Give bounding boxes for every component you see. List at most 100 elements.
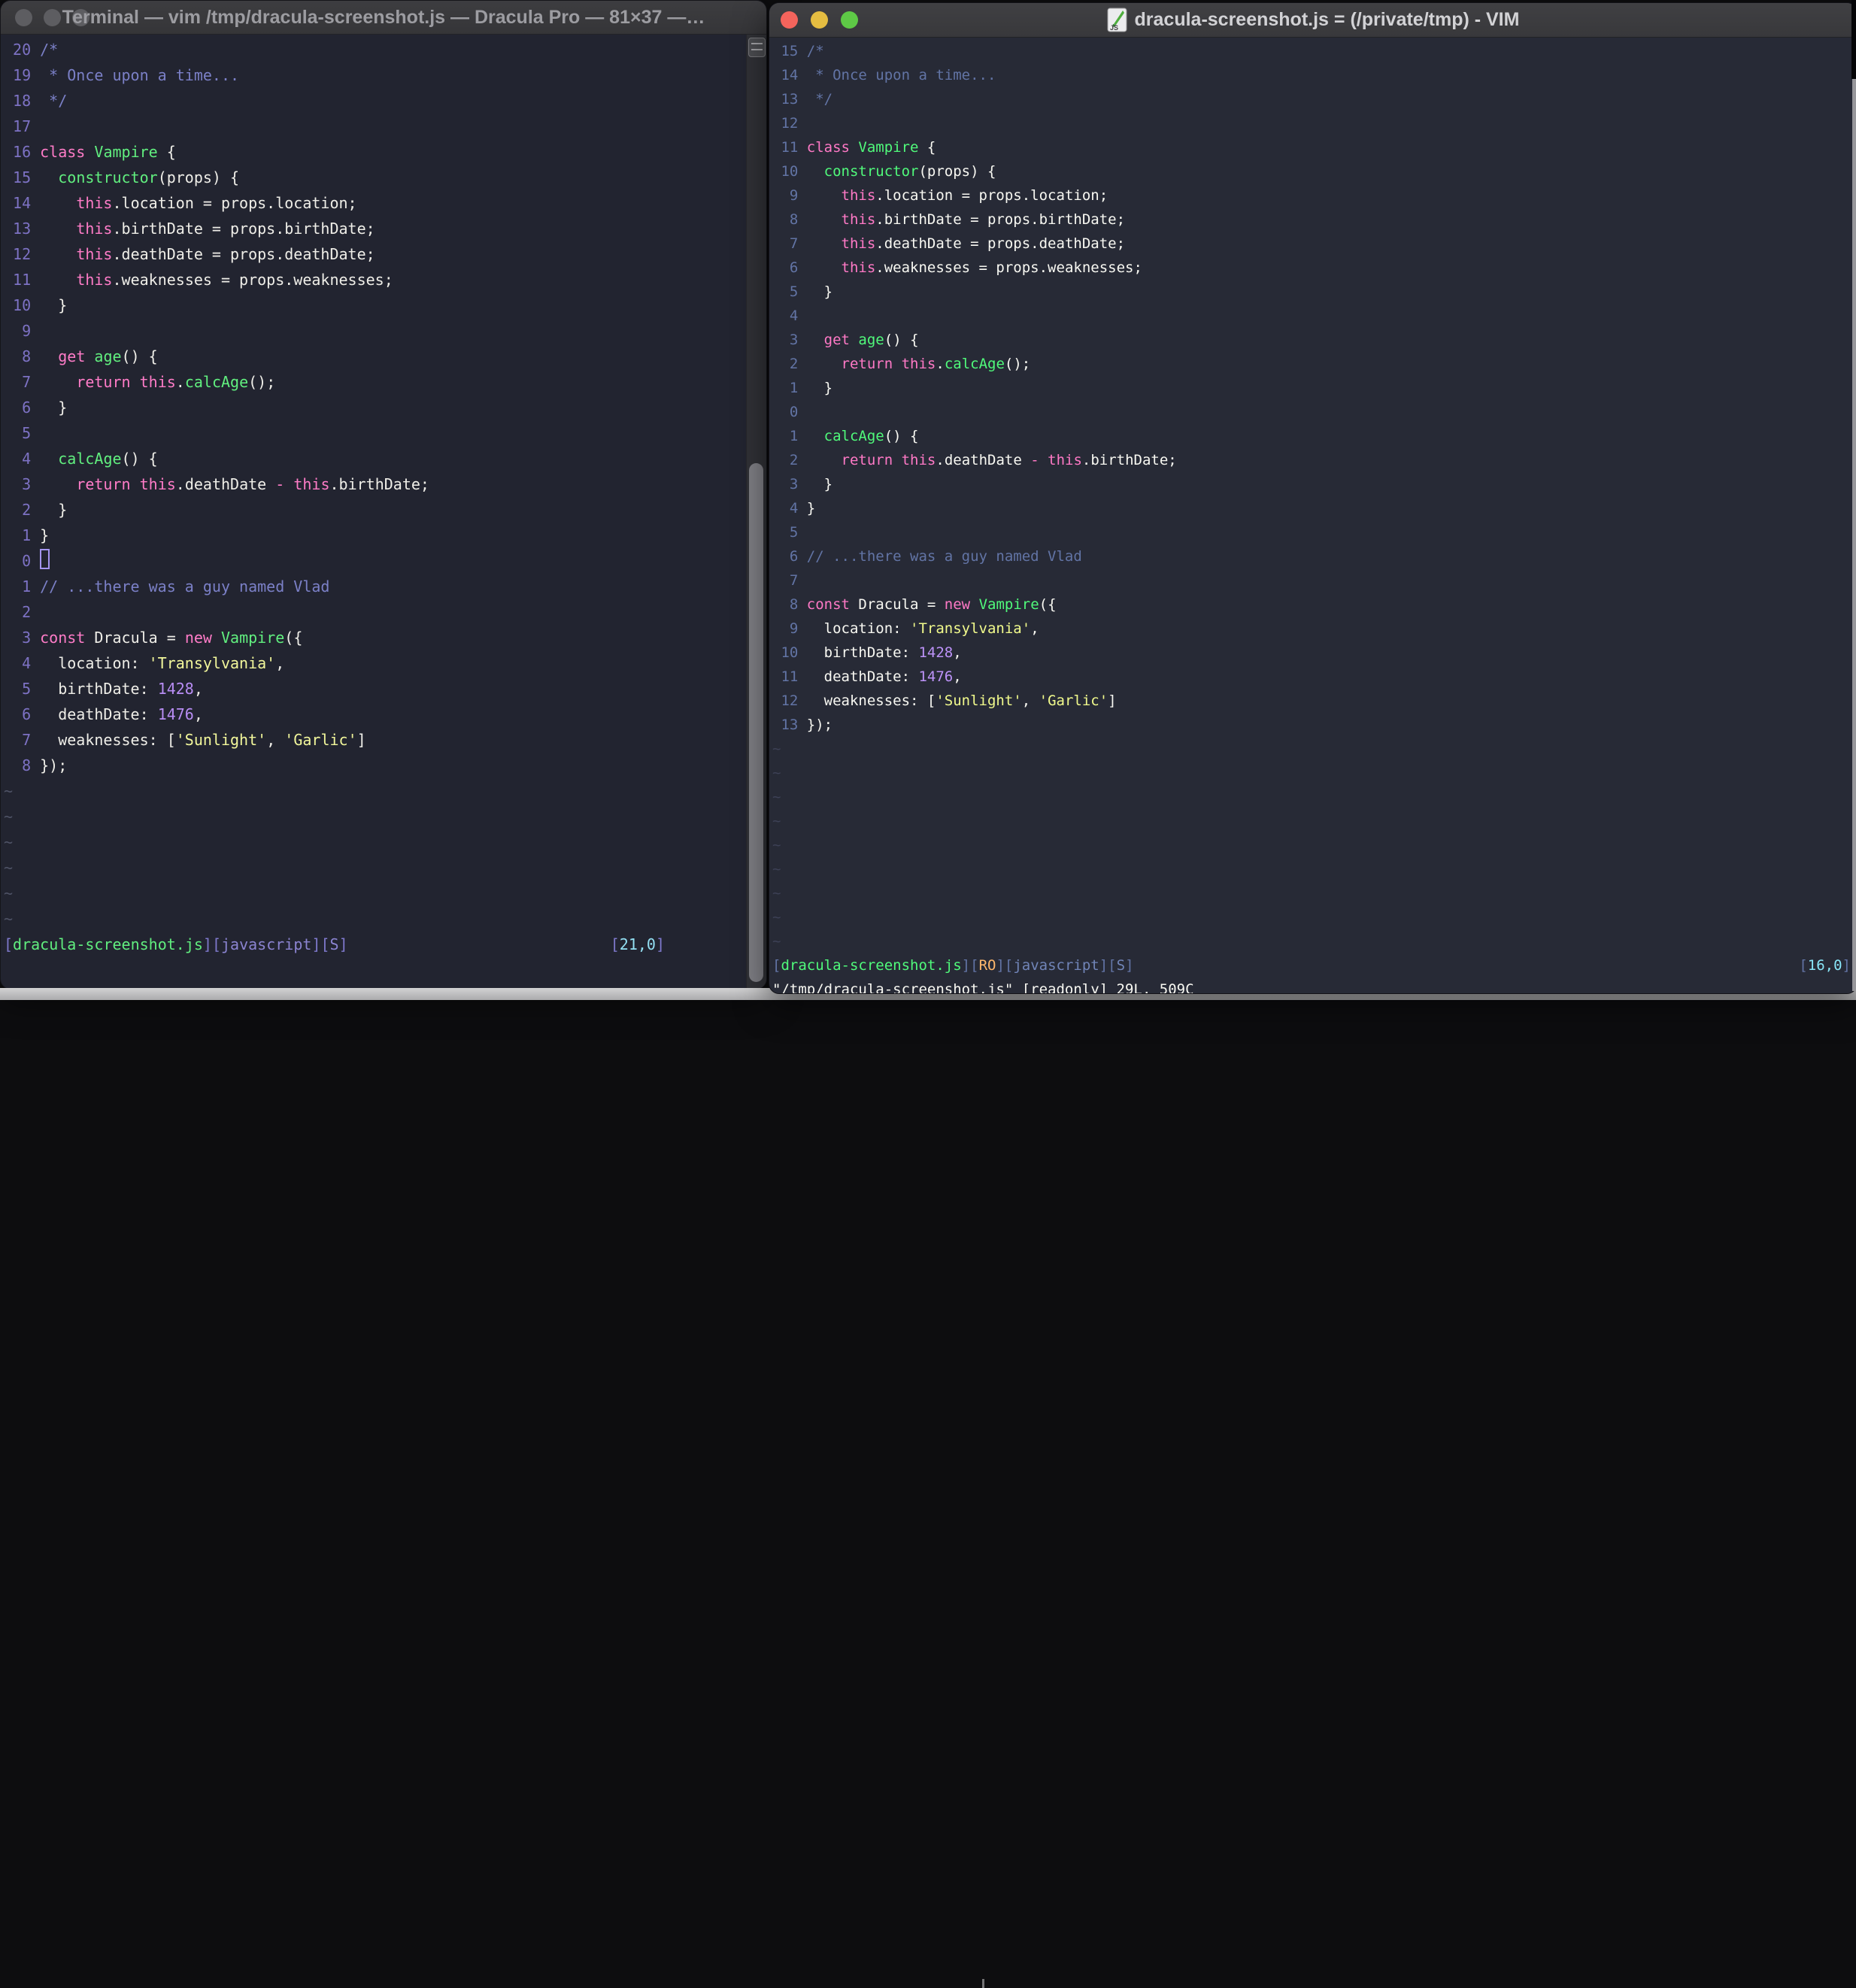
code-line[interactable]: 5 birthDate: 1428, <box>4 676 747 702</box>
vim-statusline: [dracula-screenshot.js][javascript][S] [2… <box>4 932 747 957</box>
code-line[interactable]: 8 const Dracula = new Vampire({ <box>772 592 1856 617</box>
line-number: 1 <box>22 577 32 595</box>
code-line[interactable]: 2 } <box>4 497 747 523</box>
code-segment: new <box>184 629 212 647</box>
code-line[interactable]: 20 /* <box>4 37 747 62</box>
code-segment: .birthDate; <box>1081 452 1177 468</box>
code-segment: 1476 <box>157 705 194 723</box>
code-line[interactable]: 13 */ <box>772 87 1856 111</box>
tilde-line: ~ <box>4 804 747 829</box>
code-line[interactable]: 8 this.birthDate = props.birthDate; <box>772 208 1856 232</box>
code-line[interactable]: 12 <box>772 111 1856 135</box>
tilde: ~ <box>4 910 14 928</box>
code-line[interactable]: 0 <box>772 400 1856 424</box>
vim-buffer-right[interactable]: 15/* 14 * Once upon a time... 13 */12 11 cla… <box>769 38 1856 993</box>
code-segment: 'Transylvania' <box>148 654 276 672</box>
line-number: 10 <box>781 644 799 661</box>
code-line[interactable]: 10 constructor(props) { <box>772 159 1856 183</box>
tilde: ~ <box>772 741 781 757</box>
code-text: location: 'Transylvania', <box>40 654 284 672</box>
background-window-scrollbar <box>1852 79 1856 991</box>
code-line[interactable]: 3 const Dracula = new Vampire({ <box>4 625 747 650</box>
terminal-scrollbar[interactable] <box>746 35 766 989</box>
scrollbar-thumb[interactable] <box>749 463 763 982</box>
code-line[interactable]: 7 this.deathDate = props.deathDate; <box>772 232 1856 256</box>
code-line[interactable]: 6 deathDate: 1476, <box>4 702 747 727</box>
code-segment: // ...there was a guy named Vlad <box>806 548 1082 565</box>
code-line[interactable]: 1 } <box>772 376 1856 400</box>
code-segment: Vampire <box>858 139 919 156</box>
code-line[interactable]: 19 * Once upon a time... <box>4 62 747 88</box>
code-line[interactable]: 15 /* <box>772 39 1856 63</box>
code-line[interactable]: 6 // ...there was a guy named Vlad <box>772 544 1856 568</box>
code-line[interactable]: 7 return this.calcAge(); <box>4 369 747 395</box>
code-line[interactable]: 15 constructor(props) { <box>4 165 747 190</box>
code-line[interactable]: 9 location: 'Transylvania', <box>772 617 1856 641</box>
code-segment: ] <box>356 731 366 749</box>
code-line[interactable]: 4} <box>772 496 1856 520</box>
code-line[interactable]: 7 <box>772 568 1856 592</box>
code-segment: this <box>293 475 330 493</box>
code-line[interactable]: 11 deathDate: 1476, <box>772 665 1856 689</box>
code-line[interactable]: 16 class Vampire { <box>4 139 747 165</box>
line-number: 4 <box>789 500 799 517</box>
code-line[interactable]: 11 class Vampire { <box>772 135 1856 159</box>
terminal-window-title: Terminal — vim /tmp/dracula-screenshot.j… <box>62 7 705 28</box>
code-line[interactable]: 10 birthDate: 1428, <box>772 641 1856 665</box>
code-line[interactable]: 14 * Once upon a time... <box>772 63 1856 87</box>
code-line[interactable]: 10 } <box>4 292 747 318</box>
terminal-titlebar[interactable]: Terminal — vim /tmp/dracula-screenshot.j… <box>1 1 766 35</box>
code-segment: . <box>936 356 945 372</box>
line-number: 3 <box>22 629 32 647</box>
code-line[interactable]: 13 this.birthDate = props.birthDate; <box>4 216 747 241</box>
code-line[interactable]: 3 return this.deathDate - this.birthDate… <box>4 471 747 497</box>
code-line[interactable]: 7 weaknesses: ['Sunlight', 'Garlic'] <box>4 727 747 753</box>
code-line[interactable]: 12 this.deathDate = props.deathDate; <box>4 241 747 267</box>
code-line[interactable]: 8 get age() { <box>4 344 747 369</box>
code-line[interactable]: 1 calcAge() { <box>772 424 1856 448</box>
code-line[interactable]: 8}); <box>4 753 747 778</box>
code-line[interactable]: 5 <box>772 520 1856 544</box>
code-text: /* <box>807 43 824 59</box>
code-line[interactable]: 5 <box>4 420 747 446</box>
code-line[interactable]: 1} <box>4 523 747 548</box>
code-segment: ][ <box>311 935 330 953</box>
code-line[interactable]: 0 <box>4 548 747 574</box>
code-line[interactable]: 2 return this.calcAge(); <box>772 352 1856 376</box>
code-segment: this <box>76 220 113 238</box>
code-line[interactable]: 17 <box>4 114 747 139</box>
code-text: // ...there was a guy named Vlad <box>807 548 1082 565</box>
code-line[interactable]: 4 location: 'Transylvania', <box>4 650 747 676</box>
code-line[interactable]: 3 get age() { <box>772 328 1856 352</box>
code-line[interactable]: 13}); <box>772 713 1856 737</box>
code-line[interactable]: 18 */ <box>4 88 747 114</box>
code-segment: 16,0 <box>1807 957 1842 974</box>
code-line[interactable]: 3 } <box>772 472 1856 496</box>
code-segment: * Once upon a time... <box>806 67 996 83</box>
code-line[interactable]: 2 <box>4 599 747 625</box>
code-text: } <box>40 296 67 314</box>
code-line[interactable]: 9 this.location = props.location; <box>772 183 1856 208</box>
code-line[interactable]: 9 <box>4 318 747 344</box>
code-line[interactable]: 6 } <box>4 395 747 420</box>
code-line[interactable]: 2 return this.deathDate - this.birthDate… <box>772 448 1856 472</box>
code-segment: }); <box>40 756 68 774</box>
code-line[interactable]: 4 <box>772 304 1856 328</box>
vim-buffer-left[interactable]: 20/* 19 * Once upon a time... 18 */17 16 cla… <box>1 35 747 989</box>
code-line[interactable]: 4 calcAge() { <box>4 446 747 471</box>
code-line[interactable]: 11 this.weaknesses = props.weaknesses; <box>4 267 747 292</box>
scrollbar-marks-icon[interactable] <box>748 38 766 57</box>
code-line[interactable]: 12 weaknesses: ['Sunlight', 'Garlic'] <box>772 689 1856 713</box>
code-line[interactable]: 6 this.weaknesses = props.weaknesses; <box>772 256 1856 280</box>
code-line[interactable]: 5 } <box>772 280 1856 304</box>
code-line[interactable]: 14 this.location = props.location; <box>4 190 747 216</box>
code-text: */ <box>807 91 832 108</box>
macvim-titlebar[interactable]: JS dracula-screenshot.js = (/private/tmp… <box>769 3 1856 38</box>
code-text: constructor(props) { <box>807 163 996 180</box>
code-line[interactable]: 1 // ...there was a guy named Vlad <box>4 574 747 599</box>
